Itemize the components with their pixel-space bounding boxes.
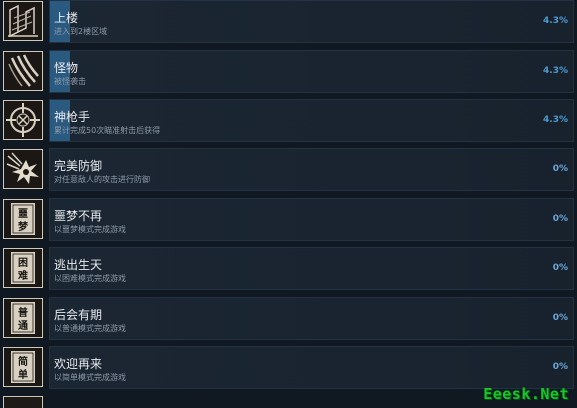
achievement-title: 欢迎再来 xyxy=(54,357,103,371)
achievement-panel: 噩梦不再 以噩梦模式完成游戏 0% xyxy=(49,198,574,241)
achievement-panel: 上楼 进入到2楼区域 4.3% xyxy=(49,0,574,43)
claw-scratch-icon xyxy=(3,51,43,91)
achievement-row[interactable]: 神枪手 累计完成50次瞄准射击后获得 4.3% xyxy=(0,99,577,143)
achievement-row[interactable]: 怪物 被怪袭击 4.3% xyxy=(0,50,577,94)
unlock-percentage: 4.3% xyxy=(543,66,568,76)
achievement-row[interactable]: 上楼 进入到2楼区域 4.3% xyxy=(0,0,577,44)
hard-badge-icon: 困 难 xyxy=(3,248,43,288)
achievement-description: 以普通模式完成游戏 xyxy=(54,324,126,333)
watermark: Eeesk.Net xyxy=(483,385,569,403)
svg-text:单: 单 xyxy=(18,368,28,381)
achievement-panel: 完美防御 对任意敌人的攻击进行防御 0% xyxy=(49,148,574,191)
achievement-title: 后会有期 xyxy=(54,308,103,322)
svg-text:噩: 噩 xyxy=(18,208,28,220)
svg-text:困: 困 xyxy=(18,257,28,269)
achievement-panel: 神枪手 累计完成50次瞄准射击后获得 4.3% xyxy=(49,99,574,142)
achievement-description: 以困难模式完成游戏 xyxy=(54,274,126,283)
achievement-title: 噩梦不再 xyxy=(54,209,103,223)
crosshair-icon xyxy=(3,100,43,140)
svg-text:难: 难 xyxy=(17,269,28,282)
achievement-row[interactable]: 噩 梦 噩梦不再 以噩梦模式完成游戏 0% xyxy=(0,198,577,242)
partial-icon xyxy=(3,396,43,408)
easy-badge-icon: 简 单 xyxy=(3,347,43,387)
achievement-row[interactable]: 普 通 后会有期 以普通模式完成游戏 0% xyxy=(0,297,577,341)
nightmare-badge-icon: 噩 梦 xyxy=(3,199,43,239)
achievement-row[interactable]: 困 难 逃出生天 以困难模式完成游戏 0% xyxy=(0,247,577,291)
achievement-row[interactable]: 完美防御 对任意敌人的攻击进行防御 0% xyxy=(0,148,577,192)
achievement-description: 被怪袭击 xyxy=(54,77,86,86)
achievement-description: 以噩梦模式完成游戏 xyxy=(54,225,126,234)
achievement-panel: 欢迎再来 以简单模式完成游戏 0% xyxy=(49,346,574,389)
svg-text:普: 普 xyxy=(18,306,28,319)
svg-text:通: 通 xyxy=(18,320,28,332)
achievement-title: 逃出生天 xyxy=(54,258,103,272)
unlock-percentage: 0% xyxy=(552,362,568,372)
unlock-percentage: 0% xyxy=(552,214,568,224)
impact-burst-icon xyxy=(3,149,43,189)
achievement-title: 怪物 xyxy=(54,61,79,75)
achievement-panel: 怪物 被怪袭击 4.3% xyxy=(49,50,574,93)
achievement-description: 对任意敌人的攻击进行防御 xyxy=(54,175,150,184)
unlock-percentage: 0% xyxy=(552,263,568,273)
achievement-panel: 后会有期 以普通模式完成游戏 0% xyxy=(49,297,574,340)
svg-text:简: 简 xyxy=(18,355,28,368)
achievement-title: 神枪手 xyxy=(54,110,91,124)
achievement-row[interactable]: 简 单 欢迎再来 以简单模式完成游戏 0% xyxy=(0,346,577,390)
achievement-description: 以简单模式完成游戏 xyxy=(54,373,126,382)
stairs-icon xyxy=(3,1,43,41)
achievement-title: 完美防御 xyxy=(54,159,103,173)
achievement-description: 进入到2楼区域 xyxy=(54,27,108,36)
unlock-percentage: 4.3% xyxy=(543,16,568,26)
achievement-description: 累计完成50次瞄准射击后获得 xyxy=(54,126,161,135)
svg-text:梦: 梦 xyxy=(18,220,29,233)
unlock-percentage: 0% xyxy=(552,313,568,323)
unlock-percentage: 4.3% xyxy=(543,115,568,125)
achievement-panel: 逃出生天 以困难模式完成游戏 0% xyxy=(49,247,574,290)
unlock-percentage: 0% xyxy=(552,164,568,174)
achievement-title: 上楼 xyxy=(54,11,79,25)
normal-badge-icon: 普 通 xyxy=(3,298,43,338)
